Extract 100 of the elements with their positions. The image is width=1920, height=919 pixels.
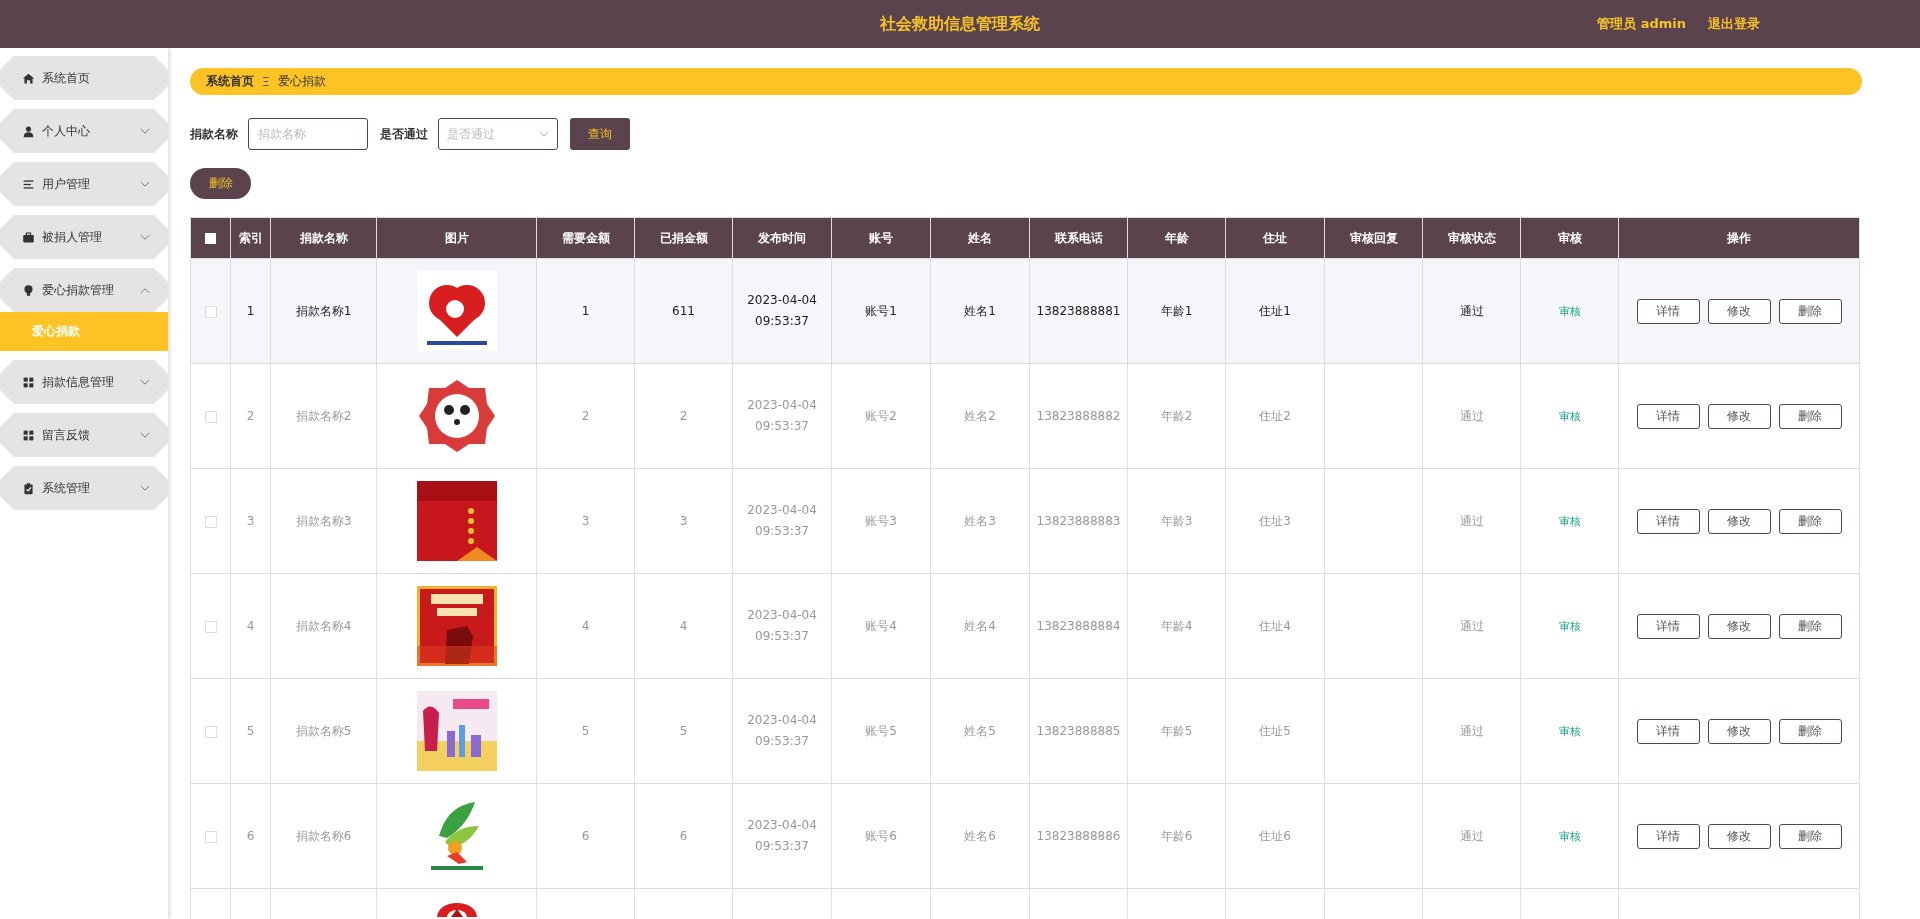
logout-link[interactable]: 退出登录	[1708, 15, 1760, 33]
menu-item[interactable]: 爱心捐款管理	[0, 268, 168, 312]
search-button[interactable]: 查询	[570, 118, 630, 150]
table-cell-text: 通过	[1459, 722, 1484, 740]
menu-item[interactable]: 被捐人管理	[0, 215, 168, 259]
table-cell-text: 5	[679, 722, 688, 740]
column-header: 发布时间	[732, 217, 832, 259]
table-cell-text: 6	[581, 827, 590, 845]
action-button[interactable]: 详情	[1636, 403, 1700, 429]
menu-item[interactable]: 个人中心	[0, 109, 168, 153]
briefcase-icon	[22, 230, 35, 244]
table-cell-text: 住址1	[1259, 302, 1291, 320]
breadcrumb-current: 爱心捐款	[277, 73, 326, 90]
table-cell-text: 13823888882	[1036, 407, 1121, 425]
table-cell-text: 捐款名称3	[295, 512, 352, 530]
chevron-down-icon	[140, 180, 150, 188]
select-all-checkbox[interactable]	[205, 233, 216, 244]
table-cell-text: 账号4	[865, 617, 897, 635]
menu-item[interactable]: 系统首页	[0, 56, 168, 100]
action-button[interactable]: 删除	[1778, 613, 1842, 639]
table-cell-text: 2023-04-04 09:53:37	[746, 607, 818, 645]
action-button[interactable]: 详情	[1636, 718, 1700, 744]
table-cell-text: 通过	[1459, 827, 1484, 845]
column-header: 联系电话	[1029, 217, 1128, 259]
action-button[interactable]: 修改	[1707, 508, 1771, 534]
chevron-down-icon	[140, 233, 150, 241]
chevron-up-icon	[140, 286, 150, 294]
chevron-down-icon	[140, 127, 150, 135]
action-button[interactable]: 详情	[1636, 298, 1700, 324]
row-checkbox[interactable]	[204, 725, 217, 738]
table-cell-text: 通过	[1459, 302, 1484, 320]
action-button[interactable]: 详情	[1636, 823, 1700, 849]
action-button[interactable]: 删除	[1778, 718, 1842, 744]
action-button[interactable]: 修改	[1707, 823, 1771, 849]
column-header: 审核状态	[1422, 217, 1521, 259]
system-title: 社会救助信息管理系统	[880, 13, 1040, 35]
chevron-down-icon	[140, 378, 150, 386]
table-cell-text: 账号1	[865, 302, 897, 320]
name-input-field[interactable]: 捐款名称	[248, 118, 368, 150]
table-cell-text: 5	[581, 722, 590, 740]
table-cell-text: 13823888885	[1036, 722, 1121, 740]
table-cell-text: 2023-04-04 09:53:37	[746, 712, 818, 750]
table-cell-text: 年龄4	[1160, 617, 1193, 635]
clipboard-icon	[22, 481, 35, 495]
row-checkbox[interactable]	[204, 305, 217, 318]
delete-button[interactable]: 删除	[190, 168, 251, 199]
table-cell-text: 13823888881	[1036, 302, 1121, 320]
table-cell-text: 4	[679, 617, 688, 635]
action-button[interactable]: 删除	[1778, 508, 1842, 534]
table-cell-text: 捐款名称4	[295, 617, 352, 635]
action-button[interactable]: 详情	[1636, 613, 1700, 639]
table-cell-text: 6	[679, 827, 688, 845]
table-cell-text: 账号2	[865, 407, 897, 425]
menu-item[interactable]: 用户管理	[0, 162, 168, 206]
table-cell-text: 姓名3	[964, 512, 996, 530]
menu-item[interactable]: 系统管理	[0, 466, 168, 510]
column-header: 索引	[230, 217, 271, 259]
row-checkbox[interactable]	[204, 515, 217, 528]
breadcrumb-link[interactable]: 系统首页	[206, 73, 254, 90]
table-cell-text: 住址2	[1259, 407, 1291, 425]
column-header: 年龄	[1127, 217, 1226, 259]
column-header: 需要金额	[536, 217, 635, 259]
column-header: 审核	[1520, 217, 1619, 259]
table-cell-text: 5	[246, 722, 255, 740]
table-cell-text: 13823888883	[1036, 512, 1121, 530]
table-cell-text: 年龄6	[1160, 827, 1193, 845]
action-button[interactable]: 修改	[1707, 718, 1771, 744]
table-cell-text: 账号6	[865, 827, 897, 845]
row-checkbox[interactable]	[204, 830, 217, 843]
table-cell-text: 捐款名称5	[295, 722, 352, 740]
table-cell-text: 2	[581, 407, 590, 425]
row-checkbox[interactable]	[204, 620, 217, 633]
table-cell-text: 住址4	[1259, 617, 1291, 635]
table-cell-text: 1	[246, 302, 255, 320]
table-cell-text: 2023-04-04 09:53:37	[746, 502, 818, 540]
action-button[interactable]: 删除	[1778, 298, 1842, 324]
action-button[interactable]: 详情	[1636, 508, 1700, 534]
menu-item[interactable]: 捐款信息管理	[0, 360, 168, 404]
column-header: 住址	[1225, 217, 1325, 259]
table-cell-text: 1	[581, 302, 590, 320]
grid-icon	[22, 428, 35, 442]
action-button[interactable]: 修改	[1707, 298, 1771, 324]
menu-item[interactable]: 留言反馈	[0, 413, 168, 457]
action-button[interactable]: 修改	[1707, 613, 1771, 639]
table-cell-text: 姓名2	[964, 407, 996, 425]
breadcrumb-separator: Ξ	[262, 74, 270, 89]
table-cell-text: 6	[246, 827, 255, 845]
table-cell-text: 2	[246, 407, 255, 425]
table-cell-text: 4	[581, 617, 590, 635]
table-cell-text: 611	[672, 302, 695, 320]
table-cell-text: 通过	[1459, 512, 1484, 530]
bulb-icon	[22, 283, 35, 297]
row-checkbox[interactable]	[204, 410, 217, 423]
table-cell-text: 捐款名称6	[295, 827, 352, 845]
table-cell-text: 4	[246, 617, 255, 635]
action-button[interactable]: 修改	[1707, 403, 1771, 429]
table-cell-text: 年龄1	[1160, 302, 1193, 320]
home-icon	[22, 71, 35, 85]
action-button[interactable]: 删除	[1778, 403, 1842, 429]
action-button[interactable]: 删除	[1778, 823, 1842, 849]
